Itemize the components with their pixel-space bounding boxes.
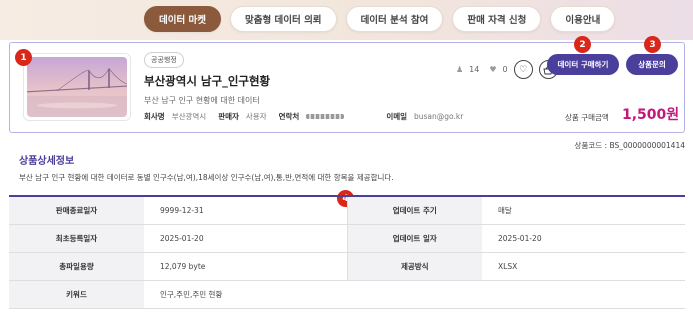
company-label: 회사명 xyxy=(144,112,165,121)
tab-usage-guide[interactable]: 이용안내 xyxy=(550,6,616,32)
like-count: 0 xyxy=(502,65,508,74)
heart-outline-icon[interactable]: ♡ xyxy=(513,60,533,79)
detail-description: 부산 남구 인구 현황에 대한 데이터로 동별 인구수(남,여),18세이상 인… xyxy=(19,173,394,182)
price-label: 상품 구매금액 xyxy=(565,113,609,122)
product-meta: 회사명 부산광역시 판매자 사용자 연락처 이메일 busan@go.kr xyxy=(144,111,475,122)
info-key: 최초등록일자 xyxy=(9,224,144,253)
info-value: 2025-01-20 xyxy=(482,224,685,253)
user-icon: ♟ xyxy=(456,65,464,74)
contact-label: 연락처 xyxy=(278,112,300,121)
annotation-badge-1: 1 xyxy=(15,49,32,66)
annotation-badge-3: 3 xyxy=(644,36,661,53)
tab-seller-qualification[interactable]: 판매 자격 신청 xyxy=(452,6,542,32)
info-value: 2025-01-20 xyxy=(144,224,347,253)
heart-icon: ♥ xyxy=(489,65,497,74)
contact-redacted xyxy=(306,114,345,119)
table-row: 키워드 인구,주민,주민 현황 xyxy=(9,280,685,309)
product-description: 부산 남구 인구 현황에 대한 데이터 xyxy=(144,96,260,105)
info-value: 매달 xyxy=(482,196,685,225)
table-row: 최초등록일자 2025-01-20 업데이트 일자 2025-01-20 xyxy=(9,224,685,253)
bridge-image xyxy=(27,57,127,117)
seller-value: 사용자 xyxy=(245,112,267,121)
category-tag: 공공행정 xyxy=(144,52,184,68)
price-value: 1,500원 xyxy=(622,107,680,123)
product-stats: ♟ 14 ♥ 0 ♡ xyxy=(456,60,558,79)
view-count: 14 xyxy=(469,65,480,74)
table-row: 총파일용량 12,079 byte 제공방식 XLSX xyxy=(9,252,685,281)
info-value: 12,079 byte xyxy=(144,252,347,281)
buy-data-button[interactable]: 데이터 구매하기 xyxy=(547,54,619,75)
info-value: XLSX xyxy=(482,252,685,281)
table-row: 판매종료일자 9999-12-31 업데이트 주기 매달 xyxy=(9,196,685,225)
tab-data-market[interactable]: 데이터 마켓 xyxy=(144,6,222,32)
email-label: 이메일 xyxy=(386,112,408,121)
email-value: busan@go.kr xyxy=(414,112,464,121)
info-value: 인구,주민,주민 현황 xyxy=(144,280,685,309)
annotation-badge-2: 2 xyxy=(574,36,591,53)
company-value: 부산광역시 xyxy=(171,112,207,121)
info-key: 업데이트 일자 xyxy=(346,224,482,253)
tab-custom-data-request[interactable]: 맞춤형 데이터 의뢰 xyxy=(230,6,337,32)
product-code: 상품코드 : BS_0000000001414 xyxy=(574,141,685,150)
product-title: 부산광역시 남구_인구현황 xyxy=(144,74,271,88)
info-key: 판매종료일자 xyxy=(9,196,144,225)
detail-section-title: 상품상세정보 xyxy=(19,156,75,167)
info-key: 키워드 xyxy=(9,280,144,309)
info-key: 제공방식 xyxy=(346,252,482,281)
product-inquiry-button[interactable]: 상품문의 xyxy=(626,54,678,75)
top-nav-band: 데이터 마켓 맞춤형 데이터 의뢰 데이터 분석 참여 판매 자격 신청 이용안… xyxy=(0,0,693,40)
product-thumbnail[interactable] xyxy=(23,53,131,121)
info-key: 총파일용량 xyxy=(9,252,144,281)
market-tabs: 데이터 마켓 맞춤형 데이터 의뢰 데이터 분석 참여 판매 자격 신청 이용안… xyxy=(144,6,616,32)
product-card: 공공행정 부산광역시 남구_인구현황 부산 남구 인구 현황에 대한 데이터 회… xyxy=(9,42,685,133)
tab-data-analysis[interactable]: 데이터 분석 참여 xyxy=(345,6,444,32)
product-info-table: 판매종료일자 9999-12-31 업데이트 주기 매달 최초등록일자 2025… xyxy=(9,195,685,309)
info-key: 업데이트 주기 xyxy=(346,196,482,225)
seller-label: 판매자 xyxy=(218,112,239,121)
info-value: 9999-12-31 xyxy=(144,196,347,225)
